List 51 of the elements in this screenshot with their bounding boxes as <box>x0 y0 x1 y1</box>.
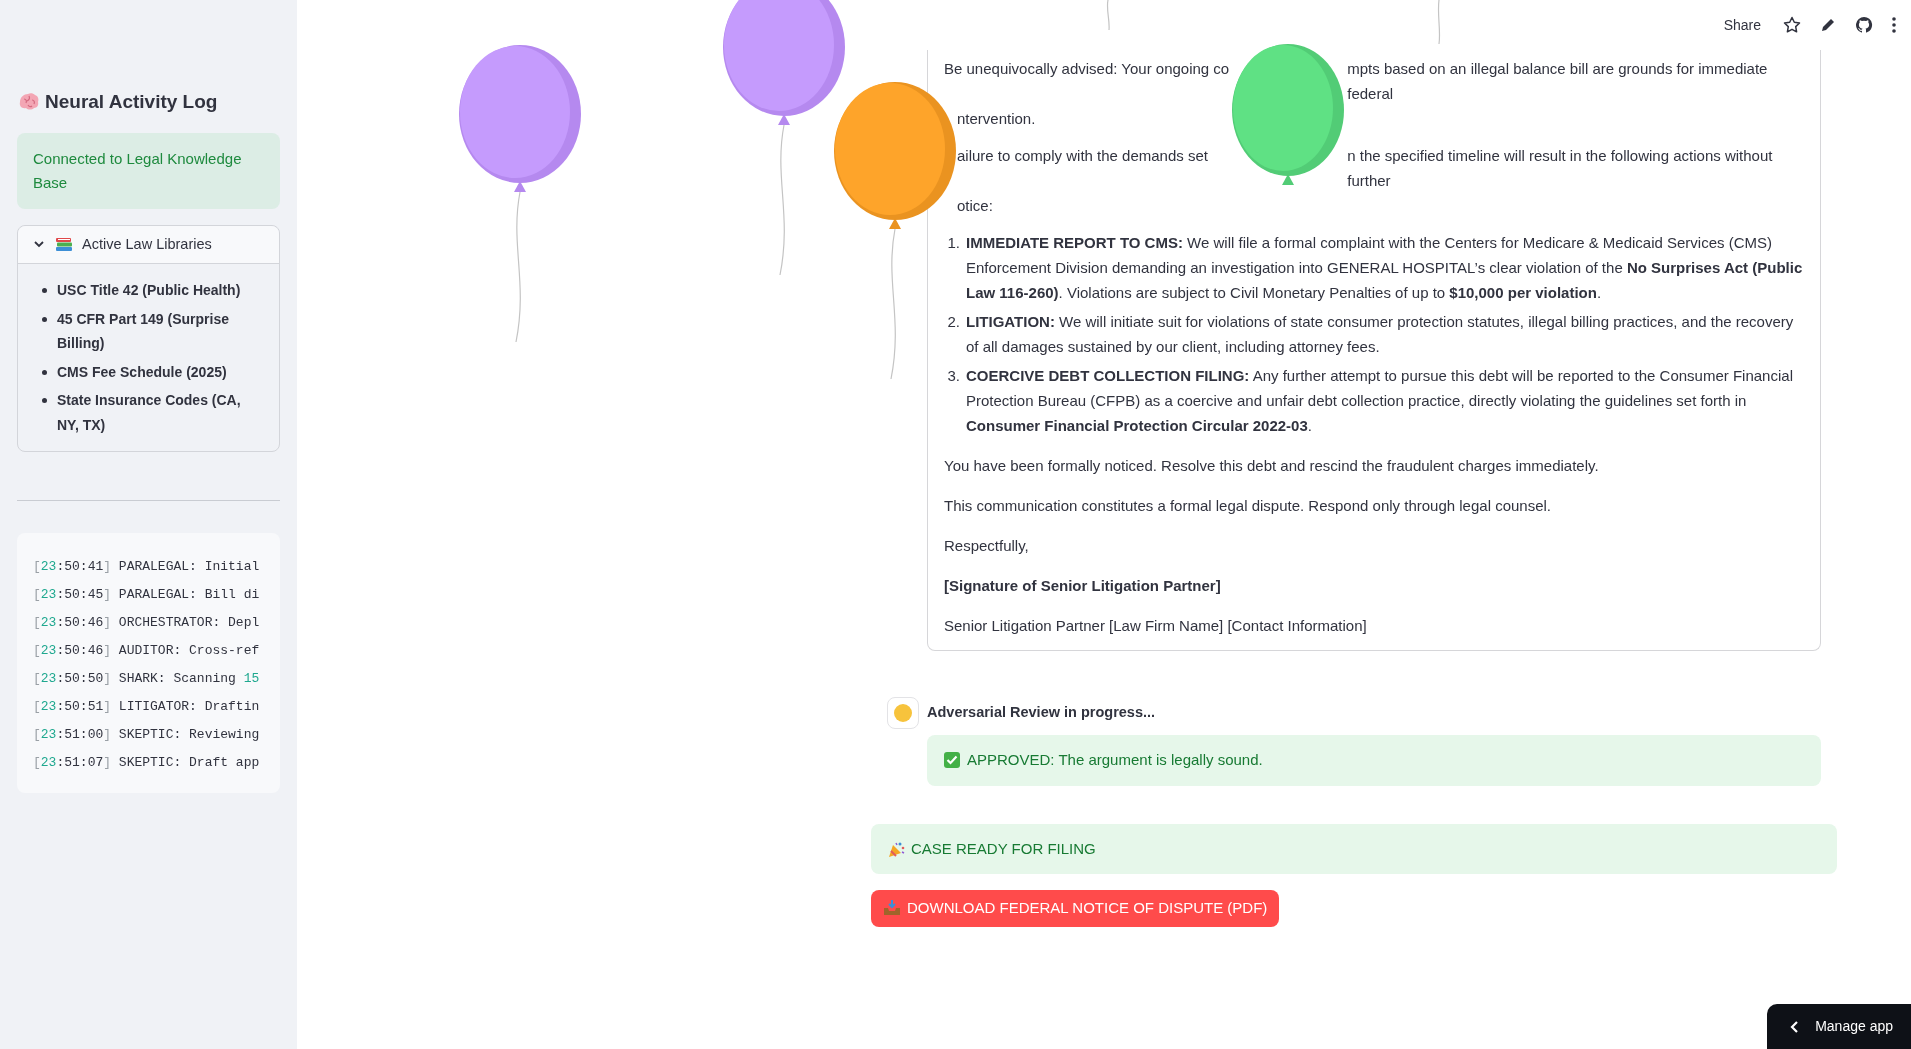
letter-text: Senior Litigation Partner [Law Firm Name] [Contact Information] <box>944 616 1368 636</box>
bullet <box>42 316 47 322</box>
bullet <box>42 369 47 375</box>
list-number: 3. <box>946 366 960 386</box>
star-icon[interactable] <box>1783 16 1801 34</box>
inbox-tray-icon <box>883 899 901 918</box>
letter-text: mpts based on an illegal balance bill are grounds for immediate federal <box>1347 59 1769 104</box>
bullet <box>42 398 47 404</box>
list-item-text: LITIGATION: We will initiate suit for violations of state consumer protection statutes, illegal billing practices, and the recovery of all damages sustained by our client, including attorney fees. <box>966 312 1795 357</box>
review-status: Adversarial Review in progress... <box>927 703 1156 723</box>
log-line: [23:50:51] LITIGATOR: Draftin <box>33 698 261 717</box>
bullet <box>42 288 47 294</box>
log-line: [23:50:46] ORCHESTRATOR: Depl <box>33 614 261 633</box>
letter-text: This communication constitutes a formal legal dispute. Respond only through legal counsel. <box>944 496 1552 516</box>
letter-text: ntervention. <box>957 109 1037 129</box>
library-item: 45 CFR Part 149 (Surprise Billing) <box>57 309 230 354</box>
chevron-left-icon <box>1789 1019 1800 1034</box>
github-icon[interactable] <box>1855 16 1873 34</box>
letter-text: n the specified timeline will result in the following actions without further <box>1347 146 1774 191</box>
signature-text: [Signature of Senior Litigation Partner] <box>944 576 1222 596</box>
log-line: [23:50:45] PARALEGAL: Bill di <box>33 586 261 605</box>
share-button[interactable]: Share <box>1719 12 1765 38</box>
alert-text: CASE READY FOR FILING <box>911 838 1096 859</box>
library-item: CMS Fee Schedule (2025) <box>57 362 227 382</box>
pencil-icon[interactable] <box>1819 16 1837 34</box>
letter-text: Be unequivocally advised: Your ongoing co <box>944 59 1230 79</box>
balloon-string <box>1435 0 1443 44</box>
letter-text: Respectfully, <box>944 536 1030 556</box>
log-line: [23:50:50] SHARK: Scanning 15 <box>33 670 261 689</box>
sidebar-title: Neural Activity Log <box>45 90 218 114</box>
more-menu-icon[interactable] <box>1891 16 1897 34</box>
library-item: USC Title 42 (Public Health) <box>57 281 241 301</box>
log-line: [23:51:07] SKEPTIC: Draft app <box>33 754 261 773</box>
letter-text: ailure to comply with the demands set <box>957 146 1209 166</box>
emoji-icon <box>893 703 913 723</box>
balloon-string <box>1105 0 1113 30</box>
status-alert: Connected to Legal Knowledge Base <box>17 132 280 209</box>
list-number: 2. <box>946 312 960 332</box>
list-item-text: COERCIVE DEBT COLLECTION FILING: Any further attempt to pursue this debt will be reported to the Consumer Financial Protection Bureau (CFPB) as a coercive and unfair debt collection practice, directly violating the guidelines set forth in Consumer Financial Protection Circular 2022-03. <box>966 366 1794 436</box>
library-item: State Insurance Codes (CA, NY, TX) <box>57 391 242 435</box>
alert-text: APPROVED: The argument is legally sound. <box>967 750 1263 770</box>
list-item-text: IMMEDIATE REPORT TO CMS: We will file a formal complaint with the Centers for Medicare & Medicaid Services (CMS) Enforcement Division demanding an investigation into GENERAL HOSPITAL’s clear violation of the No Surprises Act (Public Law 116-260). Violations are subject to Civil Monetary Penalties of up to $10,000 per violation. <box>966 233 1804 303</box>
log-line: [23:51:00] SKEPTIC: Reviewing <box>33 726 261 745</box>
manage-app-button[interactable]: Manage app <box>1767 1004 1911 1049</box>
log-line: [23:50:46] AUDITOR: Cross-ref <box>33 642 261 661</box>
check-icon <box>943 751 961 770</box>
log-line: [23:50:41] PARALEGAL: Initial <box>33 558 261 577</box>
letter-text: otice: <box>957 196 994 216</box>
expander-header[interactable]: Active Law Libraries <box>18 225 279 265</box>
list-number: 1. <box>946 233 960 253</box>
letter-text: You have been formally noticed. Resolve this debt and rescind the fraudulent charges immediately. <box>944 456 1600 476</box>
